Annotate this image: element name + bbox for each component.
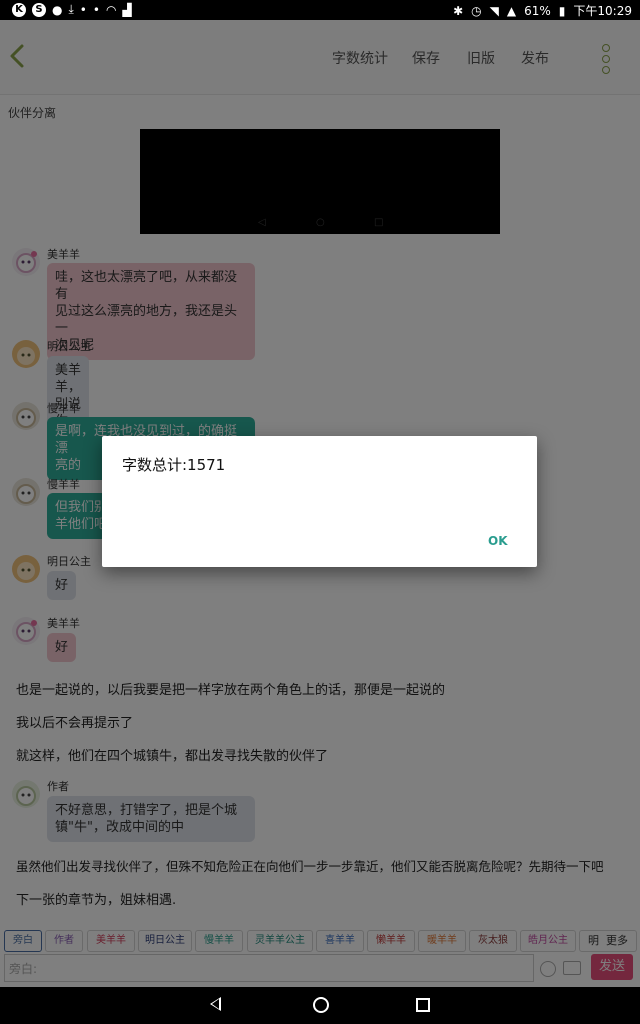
notification-icon: ● bbox=[52, 2, 63, 17]
wifi-signal-icon: ◥ bbox=[489, 3, 499, 18]
dialog-message: 字数总计:1571 bbox=[122, 456, 226, 474]
nav-recent-apps-icon[interactable] bbox=[416, 998, 430, 1012]
battery-icon: ▮ bbox=[558, 3, 566, 18]
signal-icon: ▲ bbox=[506, 3, 517, 18]
bluetooth-icon: ✱ bbox=[453, 3, 464, 18]
status-bar: K S ● ⤓ • • ◠ ▟ ✱ ◷ ◥ ▲ 61% ▮ 下午10:29 bbox=[0, 0, 640, 20]
battery-level: 61% bbox=[524, 3, 551, 18]
word-count-dialog: 字数总计:1571 OK bbox=[102, 436, 537, 567]
s-circle-icon: S bbox=[32, 2, 46, 17]
dot-icon: • bbox=[79, 2, 87, 17]
activity-icon: ▟ bbox=[122, 2, 132, 17]
navigation-bar bbox=[0, 987, 640, 1024]
wifi-icon: ◠ bbox=[105, 2, 117, 17]
alarm-icon: ◷ bbox=[471, 3, 482, 18]
download-icon: ⤓ bbox=[68, 2, 74, 16]
k-circle-icon: K bbox=[12, 2, 26, 17]
dot-icon: • bbox=[92, 2, 100, 17]
ok-button[interactable]: OK bbox=[488, 534, 508, 548]
nav-back-icon[interactable] bbox=[210, 997, 221, 1011]
clock: 下午10:29 bbox=[573, 4, 632, 18]
nav-home-icon[interactable] bbox=[313, 997, 329, 1013]
